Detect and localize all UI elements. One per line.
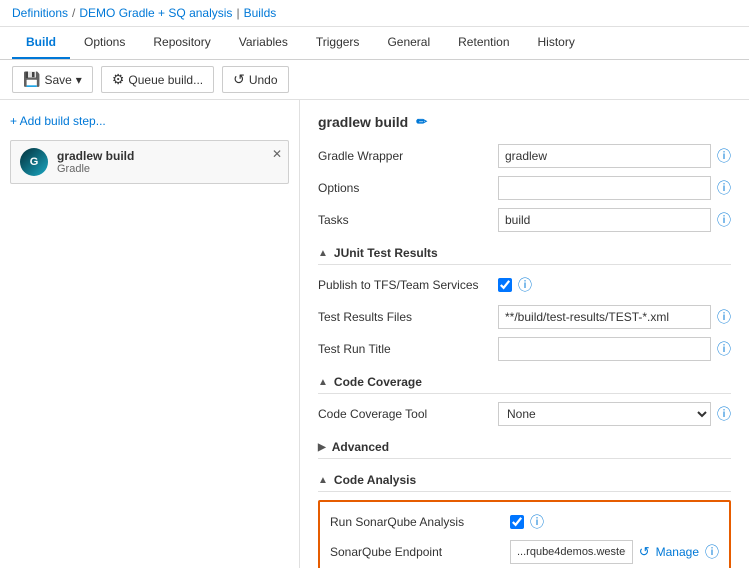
coverage-section-title: Code Coverage: [334, 375, 422, 389]
tab-navigation: Build Options Repository Variables Trigg…: [0, 27, 749, 60]
step-title: gradlew build: [318, 114, 408, 130]
run-sonar-info-icon[interactable]: ⓘ: [530, 512, 544, 532]
tasks-label: Tasks: [318, 213, 498, 227]
run-sonar-control: ⓘ: [510, 512, 719, 532]
breadcrumb-sep1: /: [72, 6, 75, 20]
analysis-collapse-icon: ▲: [318, 475, 328, 486]
build-item-icon: G: [19, 147, 49, 177]
build-item-close-icon[interactable]: ✕: [272, 147, 282, 161]
tab-options[interactable]: Options: [70, 27, 139, 59]
test-results-control: ⓘ: [498, 305, 731, 329]
options-row: Options ⓘ: [318, 176, 731, 200]
tasks-info-icon[interactable]: ⓘ: [717, 210, 731, 230]
breadcrumb: Definitions / DEMO Gradle + SQ analysis …: [0, 0, 749, 27]
tab-general[interactable]: General: [373, 27, 444, 59]
tasks-control: ⓘ: [498, 208, 731, 232]
publish-tfs-checkbox[interactable]: [498, 278, 512, 292]
endpoint-control: ↺ Manage ⓘ: [510, 540, 719, 564]
options-label: Options: [318, 181, 498, 195]
gradle-icon: G: [20, 148, 48, 176]
junit-collapse-icon: ▲: [318, 248, 328, 259]
advanced-collapse-icon: ▶: [318, 442, 326, 453]
tasks-input[interactable]: [498, 208, 711, 232]
breadcrumb-project[interactable]: DEMO Gradle + SQ analysis: [79, 6, 232, 20]
tab-variables[interactable]: Variables: [225, 27, 302, 59]
options-info-icon[interactable]: ⓘ: [717, 178, 731, 198]
gradle-wrapper-info-icon[interactable]: ⓘ: [717, 146, 731, 166]
main-layout: + Add build step... G gradlew build Grad…: [0, 100, 749, 568]
test-run-title-label: Test Run Title: [318, 342, 498, 356]
edit-icon[interactable]: ✏: [416, 114, 427, 130]
publish-tfs-row: Publish to TFS/Team Services ⓘ: [318, 273, 731, 297]
gradle-wrapper-input[interactable]: [498, 144, 711, 168]
coverage-tool-label: Code Coverage Tool: [318, 407, 498, 421]
analysis-section-header[interactable]: ▲ Code Analysis: [318, 473, 731, 492]
junit-section-header[interactable]: ▲ JUnit Test Results: [318, 246, 731, 265]
tab-triggers[interactable]: Triggers: [302, 27, 374, 59]
gradle-wrapper-control: ⓘ: [498, 144, 731, 168]
build-item[interactable]: G gradlew build Gradle ✕: [10, 140, 289, 184]
manage-link[interactable]: Manage: [656, 545, 699, 559]
right-panel: gradlew build ✏ Gradle Wrapper ⓘ Options…: [300, 100, 749, 568]
analysis-section-title: Code Analysis: [334, 473, 416, 487]
code-analysis-box: Run SonarQube Analysis ⓘ SonarQube Endpo…: [318, 500, 731, 568]
undo-button[interactable]: ↺ Undo: [222, 66, 288, 93]
test-results-input[interactable]: [498, 305, 711, 329]
endpoint-input[interactable]: [510, 540, 633, 564]
coverage-tool-control: None ⓘ: [498, 402, 731, 426]
gradle-wrapper-label: Gradle Wrapper: [318, 149, 498, 163]
coverage-tool-info-icon[interactable]: ⓘ: [717, 404, 731, 424]
endpoint-label: SonarQube Endpoint: [330, 545, 510, 559]
save-dropdown-icon: ▾: [76, 73, 82, 87]
undo-icon: ↺: [233, 71, 245, 88]
save-icon: 💾: [23, 71, 40, 88]
refresh-icon[interactable]: ↺: [639, 544, 650, 560]
junit-section-title: JUnit Test Results: [334, 246, 438, 260]
breadcrumb-definitions[interactable]: Definitions: [12, 6, 68, 20]
build-item-text: gradlew build Gradle: [57, 149, 280, 175]
run-sonar-checkbox[interactable]: [510, 515, 524, 529]
queue-build-button[interactable]: ⚙ Queue build...: [101, 66, 214, 93]
breadcrumb-builds[interactable]: Builds: [244, 6, 277, 20]
publish-tfs-info-icon[interactable]: ⓘ: [518, 275, 532, 295]
endpoint-row: SonarQube Endpoint ↺ Manage ⓘ: [330, 540, 719, 564]
tab-retention[interactable]: Retention: [444, 27, 523, 59]
build-item-subtitle: Gradle: [57, 163, 280, 175]
options-input[interactable]: [498, 176, 711, 200]
gradle-wrapper-row: Gradle Wrapper ⓘ: [318, 144, 731, 168]
save-button[interactable]: 💾 Save ▾: [12, 66, 93, 93]
coverage-collapse-icon: ▲: [318, 377, 328, 388]
add-build-step[interactable]: + Add build step...: [10, 110, 289, 132]
tasks-row: Tasks ⓘ: [318, 208, 731, 232]
breadcrumb-sep2: |: [236, 6, 239, 20]
step-title-row: gradlew build ✏: [318, 114, 731, 130]
test-run-title-row: Test Run Title ⓘ: [318, 337, 731, 361]
left-panel: + Add build step... G gradlew build Grad…: [0, 100, 300, 568]
test-run-title-info-icon[interactable]: ⓘ: [717, 339, 731, 359]
test-results-info-icon[interactable]: ⓘ: [717, 307, 731, 327]
toolbar: 💾 Save ▾ ⚙ Queue build... ↺ Undo: [0, 60, 749, 100]
publish-tfs-control: ⓘ: [498, 275, 731, 295]
publish-tfs-label: Publish to TFS/Team Services: [318, 278, 498, 292]
run-sonar-row: Run SonarQube Analysis ⓘ: [330, 510, 719, 534]
coverage-tool-select[interactable]: None: [498, 402, 711, 426]
options-control: ⓘ: [498, 176, 731, 200]
tab-repository[interactable]: Repository: [139, 27, 224, 59]
endpoint-info-icon[interactable]: ⓘ: [705, 542, 719, 562]
test-results-row: Test Results Files ⓘ: [318, 305, 731, 329]
advanced-section-title: Advanced: [332, 440, 389, 454]
coverage-tool-row: Code Coverage Tool None ⓘ: [318, 402, 731, 426]
test-run-title-input[interactable]: [498, 337, 711, 361]
run-sonar-label: Run SonarQube Analysis: [330, 515, 510, 529]
tab-build[interactable]: Build: [12, 27, 70, 59]
test-results-label: Test Results Files: [318, 310, 498, 324]
advanced-section-header[interactable]: ▶ Advanced: [318, 440, 731, 459]
coverage-section-header[interactable]: ▲ Code Coverage: [318, 375, 731, 394]
queue-icon: ⚙: [112, 71, 125, 88]
test-run-title-control: ⓘ: [498, 337, 731, 361]
build-item-title: gradlew build: [57, 149, 280, 163]
tab-history[interactable]: History: [524, 27, 589, 59]
